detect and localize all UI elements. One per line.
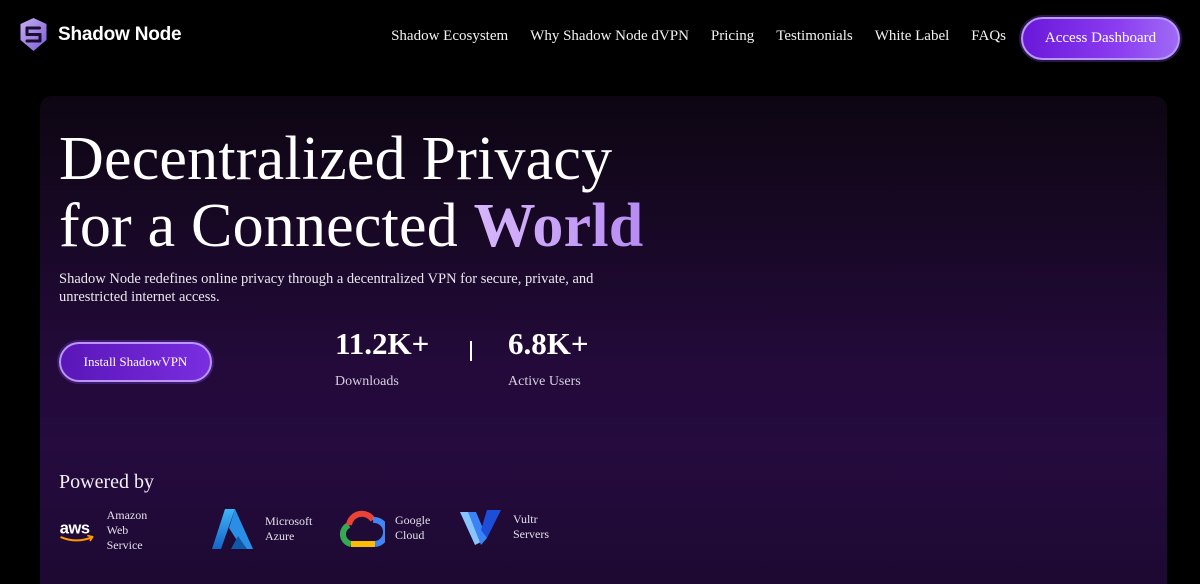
stat-active-users: 6.8K+ Active Users <box>508 326 589 390</box>
nav-link-why-shadow-node[interactable]: Why Shadow Node dVPN <box>530 28 689 45</box>
nav-link-pricing[interactable]: Pricing <box>711 28 754 45</box>
nav-link-faqs[interactable]: FAQs <box>971 28 1006 45</box>
headline-accent-word: World <box>473 192 644 260</box>
stat-label: Downloads <box>335 374 399 389</box>
nav-link-testimonials[interactable]: Testimonials <box>776 28 852 45</box>
brand-name: Shadow Node <box>58 23 182 45</box>
nav-link-shadow-ecosystem[interactable]: Shadow Ecosystem <box>391 28 508 45</box>
stat-downloads: 11.2K+ Downloads <box>335 326 429 390</box>
provider-label: Google Cloud <box>395 513 431 542</box>
hero-headline: Decentralized Privacy for a Connected Wor… <box>59 126 643 260</box>
provider-label: Vultr Servers <box>513 512 549 541</box>
aws-icon: aws <box>60 519 94 541</box>
headline-line-1: Decentralized Privacy <box>59 125 613 193</box>
hero-subtext: Shadow Node redefines online privacy thr… <box>59 271 594 305</box>
vultr-icon <box>460 510 501 545</box>
stat-value: 11.2K+ <box>335 326 430 361</box>
stat-value: 6.8K+ <box>508 326 589 361</box>
install-shadowvpn-button[interactable]: Install ShadowVPN <box>59 342 212 382</box>
provider-vultr[interactable]: Vultr Servers <box>459 508 549 546</box>
svg-text:aws: aws <box>60 519 90 537</box>
provider-google-cloud[interactable]: Google Cloud <box>339 508 430 548</box>
top-navbar: Shadow Node Shadow Ecosystem Why Shadow … <box>0 0 1200 78</box>
provider-aws[interactable]: aws Amazon Web Service <box>59 508 158 553</box>
provider-label: Amazon Web Service <box>106 508 148 552</box>
hero-section: Decentralized Privacy for a Connected Wor… <box>40 96 1167 584</box>
provider-label: Microsoft Azure <box>265 514 313 543</box>
azure-icon <box>212 509 253 549</box>
powered-by-title: Powered by <box>59 471 154 493</box>
main-nav: Shadow Ecosystem Why Shadow Node dVPN Pr… <box>391 28 1006 45</box>
access-dashboard-button[interactable]: Access Dashboard <box>1021 17 1180 60</box>
google-cloud-icon <box>339 510 385 547</box>
provider-azure[interactable]: Microsoft Azure <box>211 508 312 550</box>
shadow-node-logo-icon <box>20 18 47 51</box>
nav-link-white-label[interactable]: White Label <box>875 28 950 45</box>
stat-label: Active Users <box>508 374 581 389</box>
headline-line-2-prefix: for a Connected <box>59 192 474 260</box>
stat-divider <box>470 341 472 361</box>
brand-home-link[interactable]: Shadow Node <box>19 17 182 52</box>
